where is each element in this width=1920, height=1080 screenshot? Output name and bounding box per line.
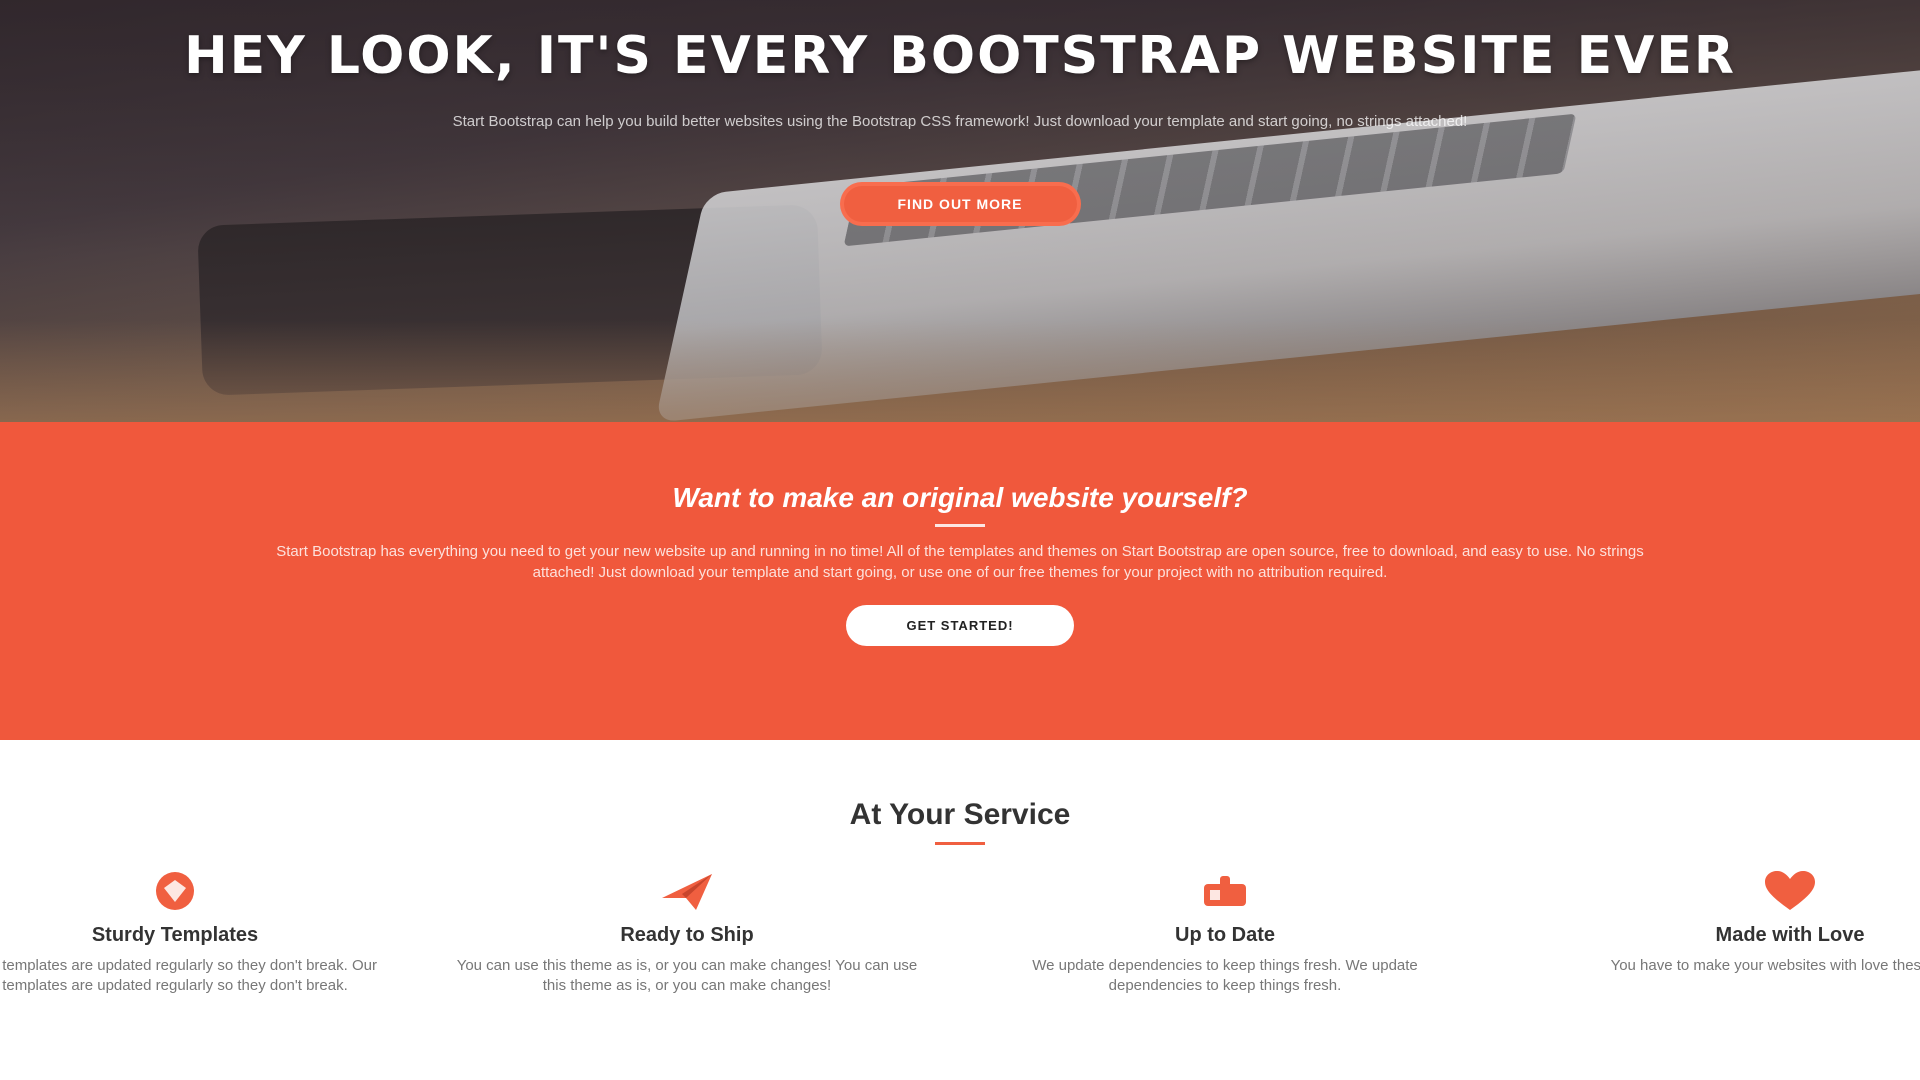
service-item-up-to-date: Up to Date We update dependencies to kee…: [990, 868, 1460, 996]
newspaper-icon: [1204, 876, 1246, 906]
service-text: Our templates are updated regularly so t…: [0, 957, 377, 994]
service-item-sturdy-templates: Sturdy Templates Our templates are updat…: [0, 868, 410, 996]
about-section: Want to make an original website yoursel…: [0, 422, 1920, 740]
service-item-ready-to-ship: Ready to Ship You can use this theme as …: [452, 868, 922, 996]
services-section: At Your Service Sturdy Templates Our tem…: [0, 740, 1920, 1080]
heart-icon: [1765, 871, 1815, 910]
hero-section: HEY LOOK, IT'S EVERY BOOTSTRAP WEBSITE E…: [0, 0, 1920, 422]
hero-title: HEY LOOK, IT'S EVERY BOOTSTRAP WEBSITE E…: [184, 26, 1736, 86]
hero-subtitle: Start Bootstrap can help you build bette…: [452, 113, 1468, 130]
service-title: Up to Date: [1175, 924, 1275, 946]
service-title: Sturdy Templates: [91, 924, 259, 946]
find-out-more-button[interactable]: Find Out More: [839, 182, 1081, 226]
service-title: Made with Love: [1715, 924, 1865, 946]
paper-plane-icon: [662, 874, 712, 910]
diamond-icon: [156, 872, 194, 910]
service-text: We update dependencies to keep things fr…: [1032, 957, 1418, 994]
services-heading: At Your Service: [849, 798, 1071, 831]
service-item-made-with-love: Made with Love You have to make your web…: [1555, 868, 1920, 976]
service-text: You have to make your websites with love…: [1610, 957, 1920, 974]
hero-content: HEY LOOK, IT'S EVERY BOOTSTRAP WEBSITE E…: [0, 0, 1920, 226]
about-divider: [935, 524, 985, 527]
hero-table-image: [0, 320, 1920, 422]
about-text: Start Bootstrap has everything you need …: [276, 543, 1644, 581]
get-started-button[interactable]: Get Started!: [846, 605, 1074, 646]
service-text: You can use this theme as is, or you can…: [456, 957, 918, 994]
service-title: Ready to Ship: [620, 924, 754, 946]
about-heading: Want to make an original website yoursel…: [672, 482, 1248, 513]
services-divider: [935, 842, 985, 845]
services-row: Sturdy Templates Our templates are updat…: [0, 868, 1920, 1068]
